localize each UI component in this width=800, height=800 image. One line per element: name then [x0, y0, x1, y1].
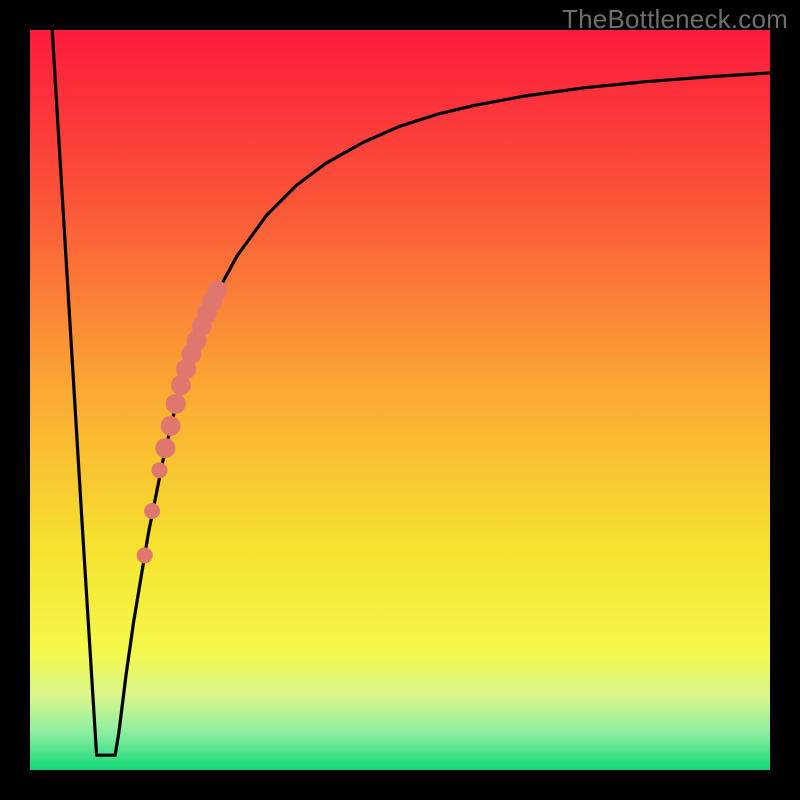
data-marker	[155, 438, 175, 458]
data-marker	[152, 462, 168, 478]
data-marker	[207, 280, 227, 300]
data-marker	[137, 547, 153, 563]
bottleneck-chart	[30, 30, 770, 770]
data-marker	[144, 503, 160, 519]
chart-container: TheBottleneck.com	[0, 0, 800, 800]
gradient-background	[30, 30, 770, 770]
data-marker	[166, 394, 186, 414]
data-marker	[161, 416, 181, 436]
